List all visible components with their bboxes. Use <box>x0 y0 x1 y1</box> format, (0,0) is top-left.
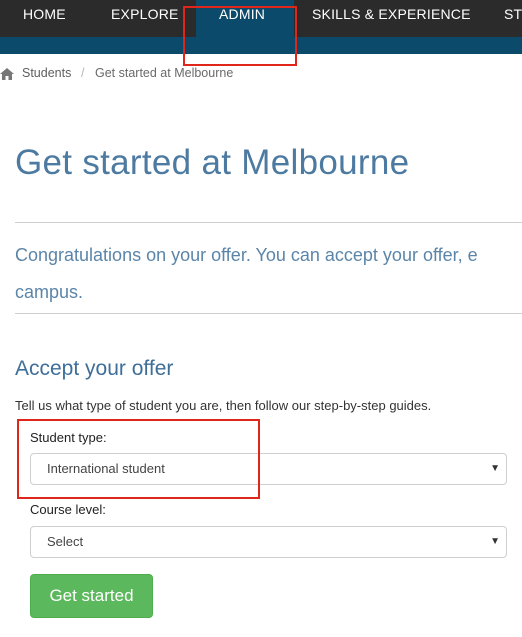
student-type-label: Student type: <box>30 430 107 445</box>
course-level-select[interactable]: Select ▼ <box>30 526 507 558</box>
get-started-button[interactable]: Get started <box>30 574 153 618</box>
nav-item-home[interactable]: HOME <box>23 6 66 28</box>
breadcrumb-students[interactable]: Students <box>22 66 71 80</box>
top-navigation: HOME EXPLORE ADMIN SKILLS & EXPERIENCE S… <box>0 0 522 54</box>
breadcrumb-current: Get started at Melbourne <box>95 66 234 80</box>
nav-item-admin[interactable]: ADMIN <box>219 6 265 28</box>
nav-item-explore[interactable]: EXPLORE <box>111 6 179 28</box>
nav-item-skills-experience[interactable]: SKILLS & EXPERIENCE <box>312 6 471 28</box>
home-icon[interactable] <box>0 68 14 80</box>
course-level-label: Course level: <box>30 502 106 517</box>
nav-item-st[interactable]: ST <box>504 6 522 28</box>
student-type-value: International student <box>47 461 165 476</box>
breadcrumb-separator: / <box>81 66 85 80</box>
page-title: Get started at Melbourne <box>15 143 410 182</box>
chevron-down-icon: ▼ <box>490 536 500 547</box>
intro-line-2: campus. <box>15 282 84 302</box>
chevron-down-icon: ▼ <box>490 463 500 474</box>
course-level-value: Select <box>47 534 84 549</box>
intro-text: Congratulations on your offer. You can a… <box>15 237 522 311</box>
student-type-select[interactable]: International student ▼ <box>30 453 507 485</box>
divider <box>15 313 522 314</box>
divider <box>15 222 522 223</box>
intro-line-1: Congratulations on your offer. You can a… <box>15 245 478 265</box>
accept-offer-heading: Accept your offer <box>15 357 174 380</box>
accept-offer-helper-text: Tell us what type of student you are, th… <box>15 398 432 413</box>
